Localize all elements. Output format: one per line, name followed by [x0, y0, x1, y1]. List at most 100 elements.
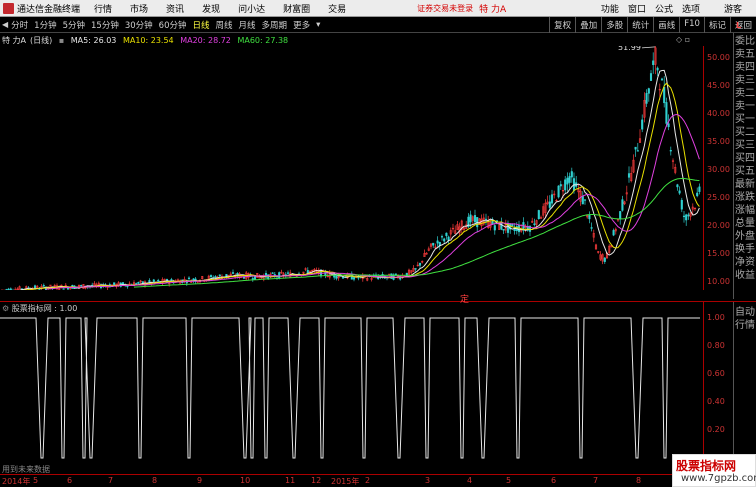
candle-body	[645, 93, 648, 104]
tool-diejia[interactable]: 叠加	[575, 17, 601, 33]
menu-item-hangqing[interactable]: 行情	[94, 2, 112, 15]
price-tick: 10.00	[707, 277, 730, 286]
candle-body	[192, 278, 195, 281]
tool-duogu[interactable]: 多股	[601, 17, 627, 33]
quote-field-label: 卖三	[735, 75, 755, 86]
menu-item-caifuquan[interactable]: 财富圈	[283, 2, 310, 15]
candle-body	[583, 199, 587, 201]
quote-field-label: 净资	[735, 257, 755, 268]
tool-fanhui[interactable]: 返回	[729, 17, 756, 33]
menu-item-wenxiaoda[interactable]: 问小达	[238, 2, 265, 15]
date-axis: 2014年567891011122015年23456789	[0, 474, 703, 487]
candle-body	[121, 282, 125, 285]
indicator-tick: 1.00	[707, 313, 725, 322]
tool-fuquan[interactable]: 复权	[549, 17, 575, 33]
menu-right-group: 功能 窗口 公式 选项 游客	[592, 0, 756, 17]
candle-body	[440, 236, 444, 238]
candle-body	[548, 201, 551, 208]
app-logo-icon	[3, 2, 14, 14]
candle-body	[685, 214, 688, 221]
menu-item-chuangkou[interactable]: 窗口	[628, 2, 646, 15]
more-dropdown-icon[interactable]: ▾	[316, 20, 320, 30]
candle-body	[537, 210, 540, 220]
guest-user[interactable]: 游客	[724, 2, 742, 15]
candle-body	[445, 232, 448, 237]
candle-body	[641, 119, 644, 130]
price-tick: 40.00	[707, 109, 730, 118]
quote-field-label: 卖四	[735, 62, 755, 73]
candle-body	[352, 277, 356, 280]
candle-body	[42, 285, 45, 287]
period-60min[interactable]: 60分钟	[159, 19, 187, 31]
candle-body	[566, 177, 569, 185]
candle-body	[588, 214, 591, 220]
candle-body	[185, 281, 188, 284]
login-status[interactable]: 证券交易未登录	[417, 3, 473, 14]
back-arrow-icon[interactable]: ◀	[2, 20, 8, 29]
candle-body	[443, 238, 446, 242]
date-tick: 8	[152, 476, 158, 485]
quote-field-label: 卖二	[735, 88, 755, 99]
menu-item-faxian[interactable]: 发现	[202, 2, 220, 15]
tool-huaxian[interactable]: 画线	[653, 17, 679, 33]
candle-body	[157, 280, 160, 282]
date-tick: 6	[551, 476, 557, 485]
candle-body	[62, 288, 65, 290]
candle-body	[436, 240, 439, 244]
indicator-tick: 0.80	[707, 341, 725, 350]
menu-item-shichang[interactable]: 市场	[130, 2, 148, 15]
candle-body	[473, 215, 477, 223]
quote-field-label: 买五	[735, 166, 755, 177]
price-tick: 45.00	[707, 81, 730, 90]
candle-body	[627, 173, 631, 178]
indicator-settings-icon[interactable]: ⚙	[2, 304, 9, 313]
date-tick: 2	[365, 476, 371, 485]
chart-corner-icons[interactable]: ◇ ▫	[676, 35, 690, 44]
candle-body	[148, 280, 151, 283]
quote-field-label: 买四	[735, 153, 755, 164]
period-daily[interactable]: 日线	[193, 19, 210, 31]
date-tick: 11	[285, 476, 296, 485]
indicator-chart[interactable]	[0, 314, 703, 474]
period-30min[interactable]: 30分钟	[125, 19, 153, 31]
indicator-tick: 0.40	[707, 397, 725, 406]
candle-body	[687, 214, 690, 217]
candle-body	[390, 273, 393, 279]
date-tick: 5	[506, 476, 512, 485]
period-1min[interactable]: 1分钟	[34, 19, 56, 31]
period-5min[interactable]: 5分钟	[63, 19, 85, 31]
watermark: 股票指标网 www.7gpzb.com	[672, 454, 756, 487]
period-15min[interactable]: 15分钟	[91, 19, 119, 31]
period-more[interactable]: 更多	[293, 19, 310, 31]
menu-item-gongshi[interactable]: 公式	[655, 2, 673, 15]
period-fenshi[interactable]: 分时	[11, 19, 28, 31]
side-auto[interactable]: 自动	[734, 306, 756, 319]
tool-f10[interactable]: F10	[679, 17, 704, 33]
candle-body	[564, 179, 567, 191]
quote-field-label: 涨幅	[735, 205, 755, 216]
candle-body	[557, 185, 560, 198]
menu-item-zixun[interactable]: 资讯	[166, 2, 184, 15]
period-multi[interactable]: 多周期	[262, 19, 288, 31]
tool-tongji[interactable]: 统计	[627, 17, 653, 33]
candle-body	[214, 276, 217, 278]
side-hangqing[interactable]: 行情	[734, 319, 756, 332]
menu-item-jiaoyi[interactable]: 交易	[328, 2, 346, 15]
tool-biaoji[interactable]: 标记	[703, 17, 730, 33]
candle-body	[187, 277, 191, 279]
period-weekly[interactable]: 周线	[216, 19, 233, 31]
date-tick: 7	[593, 476, 599, 485]
ma-legend: 特 力A (日线) ▪ MA5: 26.03 MA10: 23.54 MA20: …	[2, 35, 292, 46]
legend-square-icon[interactable]: ▪	[59, 36, 64, 45]
menu-item-xuanxiang[interactable]: 选项	[682, 2, 700, 15]
candle-body	[603, 257, 606, 262]
price-chart[interactable]: 51.996.50	[0, 46, 703, 290]
candle-body	[533, 223, 536, 226]
period-monthly[interactable]: 月线	[239, 19, 256, 31]
quote-field-label: 委比	[735, 36, 755, 47]
menu-bar: 通达信金融终端 行情 市场 资讯 发现 问小达 财富圈 交易 证券交易未登录 特…	[0, 0, 756, 17]
menu-item-gongneng[interactable]: 功能	[601, 2, 619, 15]
candle-body	[678, 190, 681, 194]
quote-field-label: 最新	[735, 179, 755, 190]
quote-field-label: 买三	[735, 140, 755, 151]
